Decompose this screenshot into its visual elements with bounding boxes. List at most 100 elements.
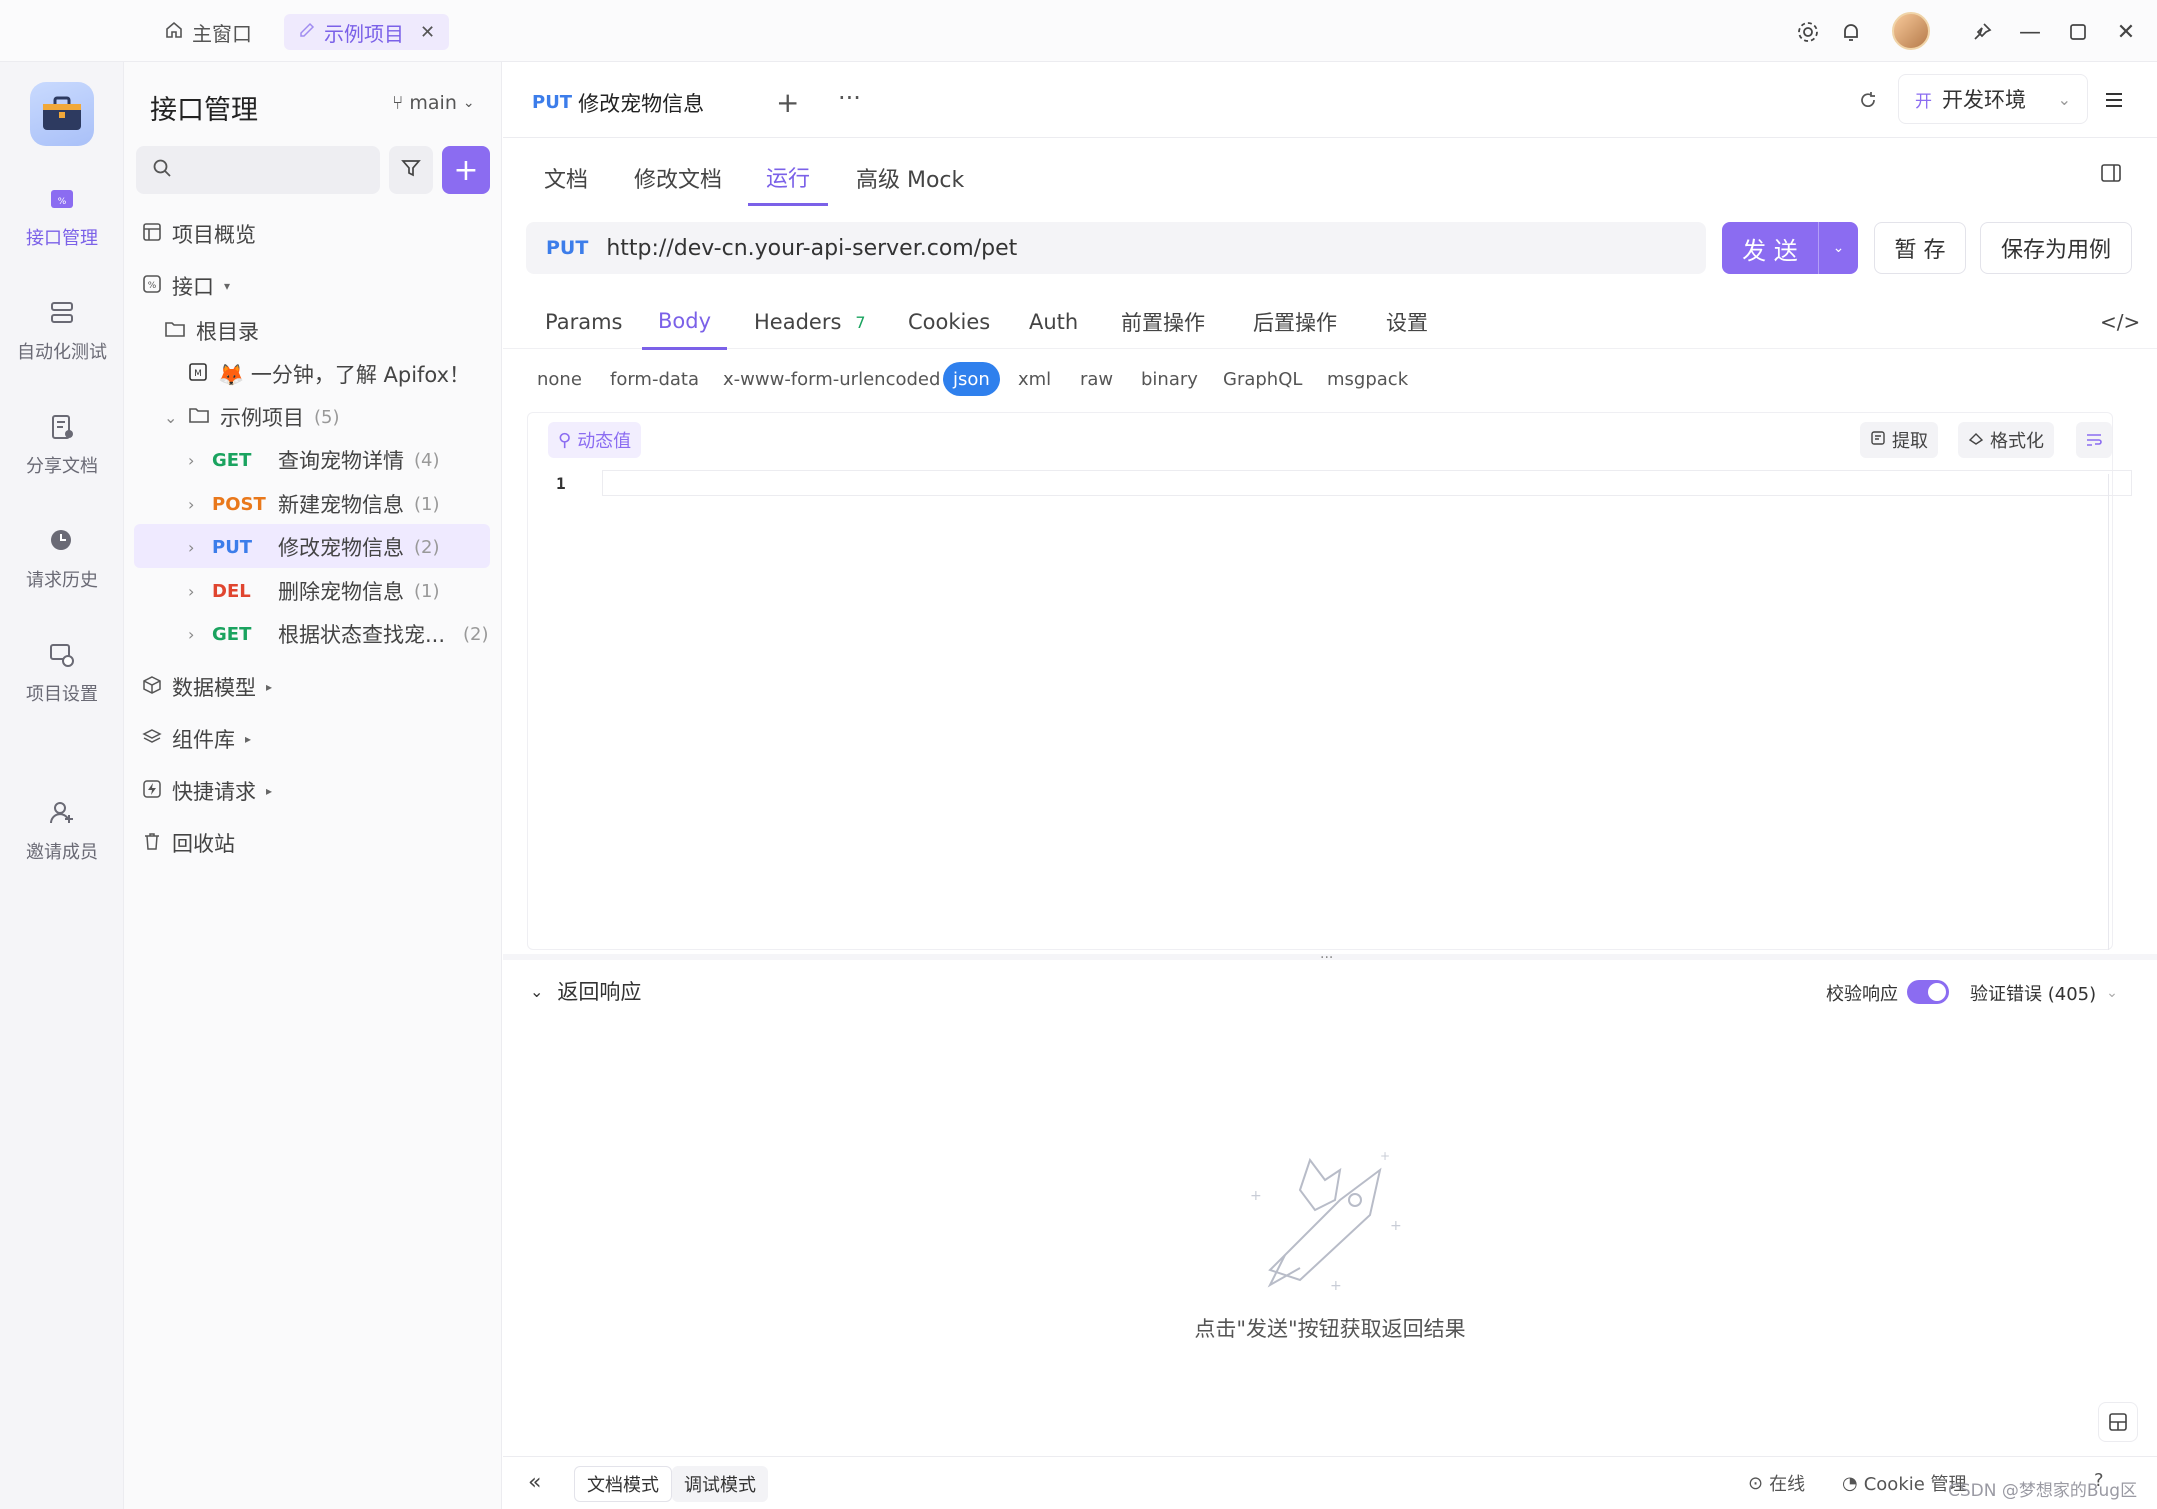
layout-icon[interactable]	[2098, 1402, 2138, 1442]
body-type-graphql[interactable]: GraphQL	[1223, 362, 1302, 396]
tab-edit-doc[interactable]: 修改文档	[634, 150, 722, 206]
collapse-icon[interactable]: «	[528, 1470, 541, 1495]
window-tab-project[interactable]: 示例项目 ✕	[284, 14, 450, 50]
active-line[interactable]	[602, 470, 2132, 496]
req-tab-auth[interactable]: Auth	[1029, 294, 1078, 350]
req-tab-cookies[interactable]: Cookies	[908, 294, 990, 350]
endpoint-row[interactable]: › GET 根据状态查找宠... (2)	[188, 614, 489, 654]
online-status[interactable]: ⊙ 在线	[1748, 1470, 1805, 1496]
empty-text: 点击"发送"按钮获取返回结果	[1194, 1317, 1466, 1341]
add-button[interactable]: +	[442, 146, 490, 194]
tab-doc[interactable]: 文档	[544, 150, 588, 206]
editor-scrollbar[interactable]	[2108, 474, 2109, 950]
close-window-icon[interactable]: ✕	[2108, 14, 2144, 50]
method-badge: PUT	[212, 536, 253, 558]
window-tab-label: 主窗口	[192, 21, 252, 46]
maximize-icon[interactable]	[2060, 14, 2096, 50]
help-icon[interactable]: ?	[2094, 1470, 2104, 1491]
drag-handle-icon[interactable]: ···	[1320, 950, 1333, 966]
filter-button[interactable]	[389, 146, 433, 194]
chevron-down-icon: ⌄	[462, 95, 475, 111]
body-type-raw[interactable]: raw	[1080, 362, 1113, 396]
menu-icon[interactable]	[2094, 80, 2134, 120]
endpoint-count: (1)	[414, 580, 440, 602]
rail-item-api[interactable]: % 接口管理	[0, 182, 124, 250]
response-header[interactable]: ⌄ 返回响应	[530, 976, 641, 1006]
req-tab-pre[interactable]: 前置操作	[1121, 294, 1205, 350]
tree-item-folder[interactable]: ⌄ 示例项目 (5)	[164, 397, 340, 437]
debug-mode-button[interactable]: 调试模式	[672, 1466, 768, 1502]
tree-item-quick-request[interactable]: 快捷请求 ▸	[142, 771, 272, 811]
validation-error-selector[interactable]: 验证错误 (405) ⌄	[1970, 980, 2118, 1006]
chevron-right-icon: ›	[188, 624, 195, 644]
tree-item-apis[interactable]: % 接口 ▾	[142, 266, 230, 306]
doc-mode-button[interactable]: 文档模式	[574, 1466, 672, 1502]
tree-item-components[interactable]: 组件库 ▸	[142, 719, 251, 759]
env-badge: 开	[1915, 91, 1932, 112]
save-case-button[interactable]: 保存为用例	[1980, 222, 2132, 274]
req-tab-body[interactable]: Body	[642, 294, 728, 350]
save-temp-button[interactable]: 暂 存	[1874, 222, 1966, 274]
tree-item-data-model[interactable]: 数据模型 ▸	[142, 667, 272, 707]
method-badge: PUT	[532, 92, 573, 113]
body-type-json[interactable]: json	[943, 362, 1000, 396]
rail-item-automation[interactable]: 自动化测试	[0, 296, 124, 364]
refresh-icon[interactable]	[1852, 84, 1884, 116]
window-tab-home[interactable]: 主窗口	[150, 14, 266, 50]
more-icon[interactable]: ···	[838, 84, 861, 112]
tab-run[interactable]: 运行	[748, 150, 829, 206]
tree-item-root[interactable]: 根目录	[164, 311, 259, 351]
plus-icon[interactable]: +	[776, 86, 799, 119]
endpoint-row[interactable]: › GET 查询宠物详情 (4)	[188, 440, 440, 480]
url-input[interactable]: PUT http://dev-cn.your-api-server.com/pe…	[526, 222, 1706, 274]
pin-icon[interactable]	[1964, 14, 2000, 50]
search-input[interactable]	[136, 146, 380, 194]
minimize-icon[interactable]: —	[2012, 14, 2048, 50]
close-icon[interactable]: ✕	[420, 22, 435, 43]
code-icon[interactable]: </>	[2100, 294, 2140, 350]
body-type-msgpack[interactable]: msgpack	[1327, 362, 1408, 396]
endpoint-row-selected[interactable]: › PUT 修改宠物信息 (2)	[188, 527, 440, 567]
watermark: CSDN @梦想家的Bug区	[1948, 1481, 2138, 1501]
endpoint-row[interactable]: › POST 新建宠物信息 (1)	[188, 484, 440, 524]
validate-toggle[interactable]	[1907, 980, 1949, 1004]
body-type-form-data[interactable]: form-data	[610, 362, 699, 396]
body-type-binary[interactable]: binary	[1141, 362, 1198, 396]
extract-button[interactable]: 提取	[1860, 422, 1938, 458]
bell-icon[interactable]	[1833, 14, 1869, 50]
body-type-urlencoded[interactable]: x-www-form-urlencoded	[723, 362, 940, 396]
wrap-icon[interactable]	[2076, 422, 2112, 458]
req-tab-headers[interactable]: Headers 7	[754, 294, 866, 350]
settings-icon[interactable]	[1790, 14, 1826, 50]
dynamic-label: 动态值	[577, 431, 632, 452]
branch-selector[interactable]: ⑂ main ⌄	[392, 92, 475, 114]
panel-toggle-icon[interactable]	[2094, 156, 2128, 190]
rail-item-label: 接口管理	[26, 228, 98, 249]
left-rail	[0, 62, 124, 1509]
req-tab-params[interactable]: Params	[545, 294, 623, 350]
env-selector[interactable]: 开 开发环境 ⌄	[1898, 74, 2088, 124]
chevron-down-icon[interactable]: ⌄	[1818, 222, 1858, 274]
tab-advanced-mock[interactable]: 高级 Mock	[856, 150, 964, 206]
rail-item-invite[interactable]: 邀请成员	[0, 796, 124, 864]
body-type-none[interactable]: none	[537, 362, 582, 396]
endpoint-row[interactable]: › DEL 删除宠物信息 (1)	[188, 571, 440, 611]
tree-label: 组件库	[172, 728, 235, 752]
rail-item-project-settings[interactable]: 项目设置	[0, 638, 124, 706]
avatar[interactable]	[1892, 12, 1930, 50]
tree-item-recycle[interactable]: 回收站	[142, 823, 235, 863]
req-tab-post[interactable]: 后置操作	[1253, 294, 1337, 350]
format-button[interactable]: 格式化	[1958, 422, 2054, 458]
send-button[interactable]: 发 送 ⌄	[1722, 222, 1858, 274]
body-type-xml[interactable]: xml	[1018, 362, 1051, 396]
rail-item-share[interactable]: 分享文档	[0, 410, 124, 478]
req-tab-settings[interactable]: 设置	[1386, 294, 1428, 350]
svg-text:%: %	[148, 281, 157, 291]
tree-item-intro[interactable]: M 🦊 一分钟，了解 Apifox！	[188, 354, 470, 394]
rail-item-history[interactable]: 请求历史	[0, 524, 124, 592]
url-method: PUT	[546, 237, 589, 259]
chevron-down-icon: ⌄	[2057, 89, 2071, 109]
tree-item-overview[interactable]: 项目概览	[142, 214, 256, 254]
doc-tab-active[interactable]: PUT 修改宠物信息	[516, 76, 758, 132]
dynamic-value-button[interactable]: ⚲ 动态值	[548, 422, 642, 458]
